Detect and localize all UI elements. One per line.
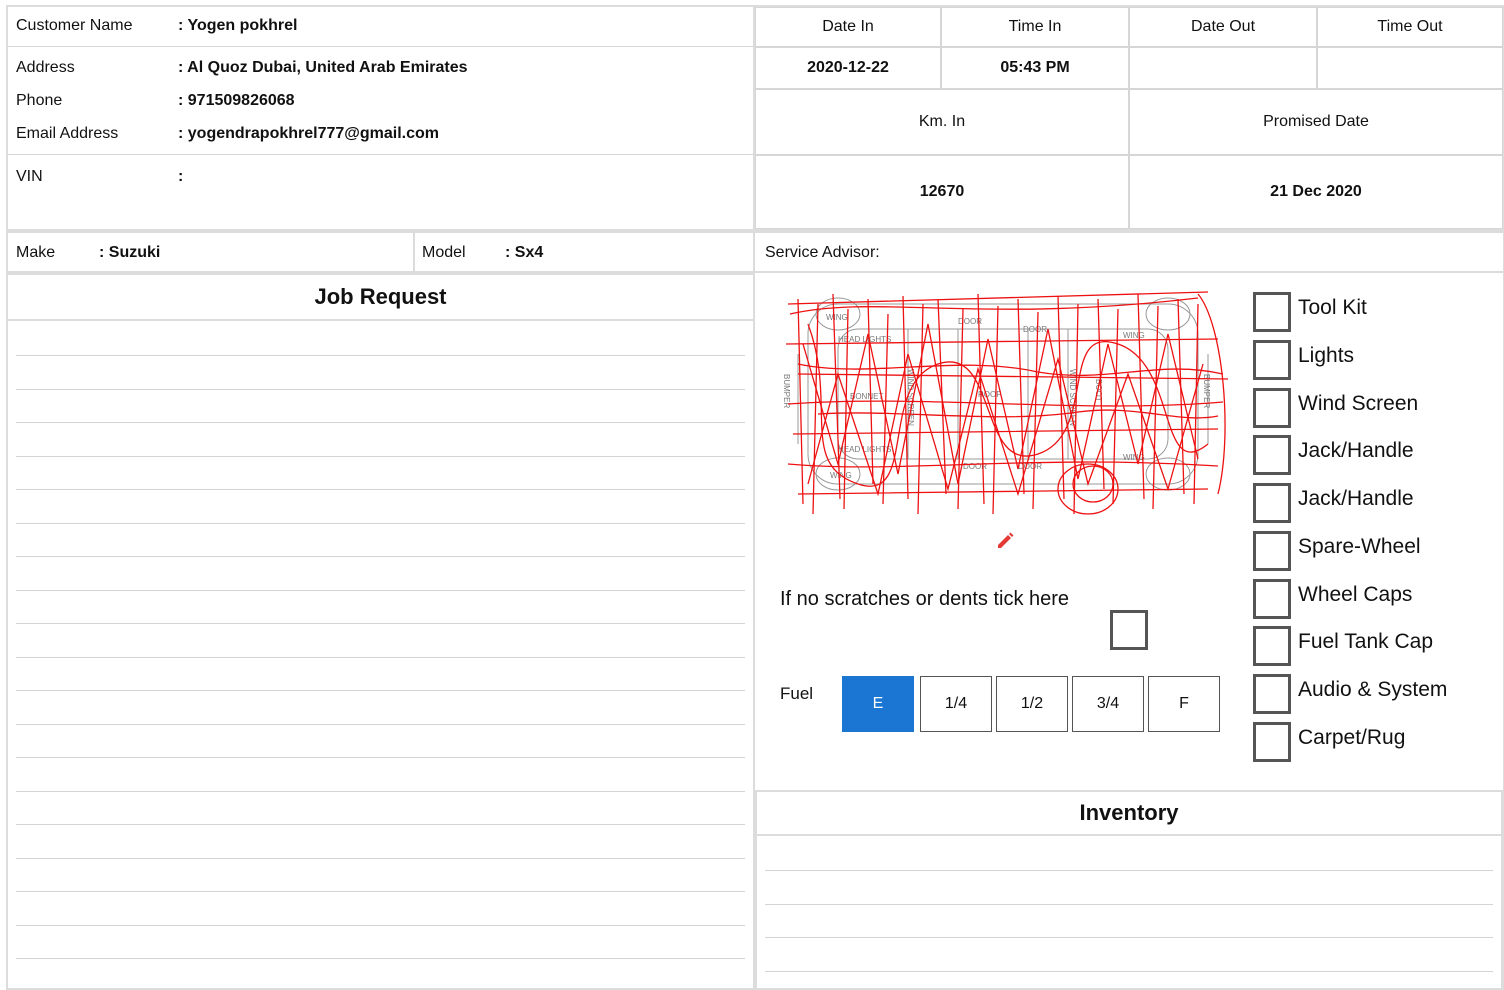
- divider: [8, 154, 754, 155]
- checklist-label-jack-handle: Jack/Handle: [1298, 439, 1414, 462]
- fuel-level-full[interactable]: F: [1148, 676, 1220, 732]
- fuel-label: Fuel: [780, 684, 814, 703]
- time-out-header: Time Out: [1317, 7, 1503, 47]
- promised-date-header: Promised Date: [1129, 89, 1503, 155]
- make-cell: [6, 231, 415, 273]
- checklist-checkbox-lights[interactable]: [1253, 340, 1291, 380]
- checklist-label-wind-screen: Wind Screen: [1298, 392, 1419, 415]
- promised-date-text: 21 Dec 2020: [1270, 183, 1362, 200]
- inventory-title: Inventory: [757, 792, 1501, 834]
- checklist-label-jack-handle-2: Jack/Handle: [1298, 487, 1414, 510]
- checklist-checkbox-audio-system[interactable]: [1253, 674, 1291, 714]
- customer-info-panel: [6, 5, 755, 231]
- fuel-level-empty[interactable]: E: [842, 676, 914, 732]
- damage-scribbles: [785, 291, 1229, 515]
- date-out-value: [1129, 47, 1317, 89]
- time-out-value: [1317, 47, 1503, 89]
- make-value: : Suzuki: [99, 244, 161, 261]
- time-in-text: 05:43 PM: [1000, 59, 1070, 76]
- fuel-level-three-quarter[interactable]: 3/4: [1072, 676, 1144, 732]
- address-label: Address: [16, 59, 75, 76]
- job-request-title-text: Job Request: [314, 284, 447, 309]
- checklist-checkbox-jack-handle-2[interactable]: [1253, 483, 1291, 523]
- diagram-label: BONNET: [850, 392, 883, 401]
- time-in-header: Time In: [941, 7, 1129, 47]
- promised-date-value: 21 Dec 2020: [1129, 155, 1503, 229]
- fuel-level-quarter[interactable]: 1/4: [920, 676, 992, 732]
- customer-name-value: : Yogen pokhrel: [178, 17, 298, 34]
- checklist-checkbox-spare-wheel[interactable]: [1253, 531, 1291, 571]
- address-value: : Al Quoz Dubai, United Arab Emirates: [178, 59, 468, 76]
- fuel-level-text: 1/4: [944, 695, 968, 712]
- no-damage-text: If no scratches or dents tick here: [780, 588, 1070, 610]
- divider: [8, 46, 754, 47]
- pencil-icon[interactable]: [995, 530, 1015, 550]
- checklist-checkbox-tool-kit[interactable]: [1253, 292, 1291, 332]
- fuel-level-half[interactable]: 1/2: [996, 676, 1068, 732]
- time-in-label: Time In: [1008, 18, 1062, 35]
- checklist-label-spare-wheel: Spare-Wheel: [1298, 535, 1421, 558]
- vin-value: :: [178, 168, 184, 185]
- promised-date-label: Promised Date: [1263, 113, 1369, 130]
- checklist-label-tool-kit: Tool Kit: [1298, 296, 1367, 319]
- model-label: Model: [422, 244, 466, 261]
- date-in-header: Date In: [755, 7, 941, 47]
- phone-value: : 971509826068: [178, 92, 295, 109]
- model-value: : Sx4: [505, 244, 544, 261]
- email-value: : yogendrapokhrel777@gmail.com: [178, 125, 440, 142]
- km-in-value: 12670: [755, 155, 1129, 229]
- vin-label: VIN: [16, 168, 43, 185]
- customer-name-label: Customer Name: [16, 17, 133, 34]
- make-label: Make: [16, 244, 56, 261]
- diagram-label: WING: [1123, 453, 1145, 462]
- job-request-lines[interactable]: [8, 321, 753, 988]
- checklist-checkbox-jack-handle[interactable]: [1253, 435, 1291, 475]
- job-request-title: Job Request: [8, 276, 753, 318]
- no-damage-checkbox[interactable]: [1110, 610, 1148, 650]
- checklist-checkbox-wind-screen[interactable]: [1253, 388, 1291, 428]
- time-out-label: Time Out: [1377, 18, 1443, 35]
- diagram-label: WING: [826, 313, 848, 322]
- checklist-label-lights: Lights: [1298, 344, 1355, 367]
- fuel-level-text: 3/4: [1096, 695, 1120, 712]
- km-in-header: Km. In: [755, 89, 1129, 155]
- date-in-value: 2020-12-22: [755, 47, 941, 89]
- checklist-checkbox-fuel-tank-cap[interactable]: [1253, 626, 1291, 666]
- fuel-level-text: F: [1179, 695, 1189, 712]
- checklist-label-wheel-caps: Wheel Caps: [1298, 583, 1413, 606]
- inventory-title-text: Inventory: [1079, 800, 1179, 825]
- fuel-level-text: 1/2: [1020, 695, 1044, 712]
- checklist-checkbox-wheel-caps[interactable]: [1253, 579, 1291, 619]
- car-diagram-svg: WING HEAD LIGHTS DOOR DOOR WING BONNET R…: [782, 291, 1229, 515]
- diagram-label: DOOR: [1023, 325, 1047, 334]
- date-in-text: 2020-12-22: [807, 59, 889, 76]
- checklist-label-audio-system: Audio & System: [1298, 678, 1448, 701]
- checklist-checkbox-carpet-rug[interactable]: [1253, 722, 1291, 762]
- date-out-header: Date Out: [1129, 7, 1317, 47]
- diagram-label: WING: [1123, 331, 1145, 340]
- inventory-lines[interactable]: [757, 836, 1501, 988]
- date-in-label: Date In: [822, 18, 874, 35]
- phone-label: Phone: [16, 92, 63, 109]
- fuel-level-text: E: [872, 695, 884, 712]
- service-advisor-label: Service Advisor:: [765, 244, 880, 261]
- km-in-text: 12670: [919, 183, 965, 200]
- email-label: Email Address: [16, 125, 119, 142]
- km-in-label: Km. In: [918, 113, 966, 130]
- checklist-label-carpet-rug: Carpet/Rug: [1298, 726, 1406, 749]
- car-damage-canvas[interactable]: WING HEAD LIGHTS DOOR DOOR WING BONNET R…: [778, 284, 1232, 534]
- date-out-label: Date Out: [1190, 18, 1256, 35]
- time-in-value: 05:43 PM: [941, 47, 1129, 89]
- checklist-label-fuel-tank-cap: Fuel Tank Cap: [1298, 630, 1434, 653]
